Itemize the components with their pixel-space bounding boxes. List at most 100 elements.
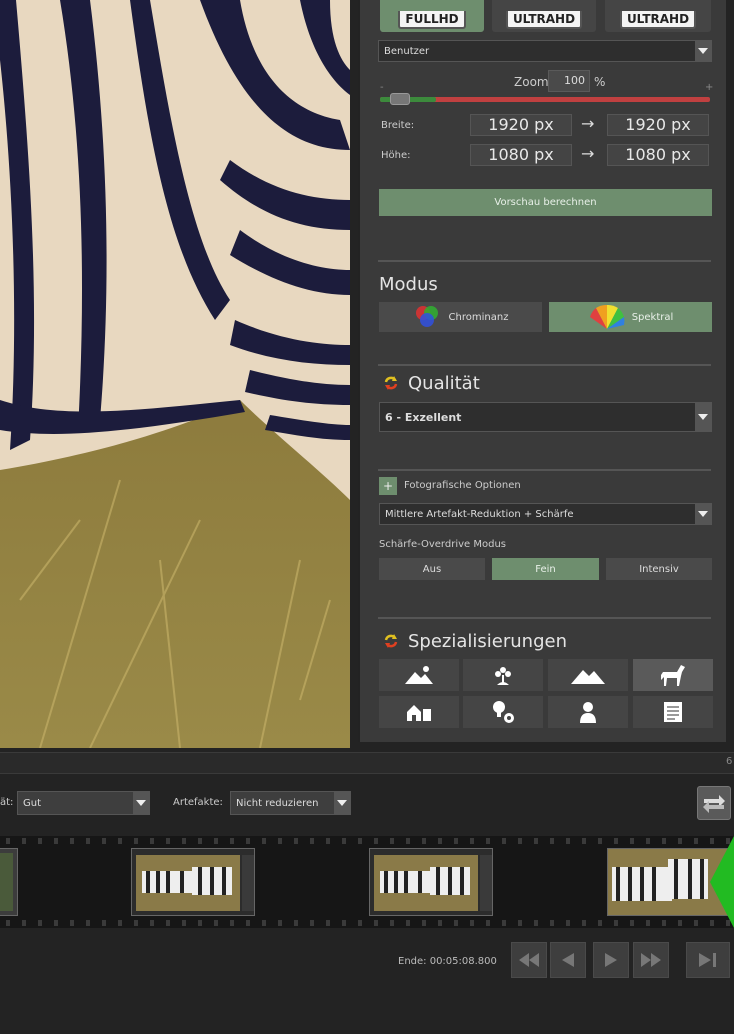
- filmstrip[interactable]: [0, 836, 734, 928]
- splitter-bar[interactable]: [0, 752, 734, 774]
- refresh-icon[interactable]: [382, 632, 400, 650]
- fullhd-label: FULLHD: [398, 11, 466, 29]
- zebra-thumbnail: [132, 849, 254, 915]
- buildings-icon: [407, 705, 431, 721]
- zoom-slider-handle[interactable]: [390, 93, 410, 105]
- zoom-label: Zoom: [514, 75, 549, 89]
- ultrahd-4k-label: ULTRAHD: [505, 11, 583, 29]
- chevron-down-icon: [695, 41, 711, 61]
- skip-end-icon: [699, 953, 716, 967]
- fast-forward-button[interactable]: [633, 942, 669, 978]
- horse-icon: [661, 665, 685, 686]
- 8k-preset-button[interactable]: ULTRAHD: [605, 0, 711, 32]
- export-quality-value: Gut: [23, 797, 42, 809]
- photo-options-heading: Fotografische Optionen: [404, 480, 521, 491]
- swap-button[interactable]: [697, 786, 731, 820]
- divider: [378, 364, 711, 366]
- spektral-mode-button[interactable]: Spektral: [549, 302, 712, 332]
- portrait-specialization-button[interactable]: [548, 696, 628, 728]
- expand-photo-options-button[interactable]: +: [379, 477, 397, 495]
- photo-options-value: Mittlere Artefakt-Reduktion + Schärfe: [385, 508, 574, 520]
- architecture-specialization-button[interactable]: [379, 696, 459, 728]
- zebra-photo: [0, 0, 350, 748]
- chevron-down-icon: [133, 792, 149, 814]
- preset-select[interactable]: Benutzer: [378, 40, 712, 62]
- step-back-icon: [562, 953, 574, 967]
- film-perforation: [0, 920, 734, 926]
- width-target-field[interactable]: 1920 px: [607, 114, 709, 136]
- arrow-right-icon: →: [581, 114, 595, 133]
- step-back-button[interactable]: [550, 942, 586, 978]
- rewind-button[interactable]: [511, 942, 547, 978]
- sharpness-intense-button[interactable]: Intensiv: [606, 558, 712, 580]
- rgb-circles-icon: [415, 306, 438, 327]
- height-source-field: 1080 px: [470, 144, 572, 166]
- artifacts-value: Nicht reduzieren: [236, 797, 319, 809]
- film-frame[interactable]: [131, 848, 255, 916]
- photo-options-select[interactable]: Mittlere Artefakt-Reduktion + Schärfe: [379, 503, 712, 525]
- landscape-specialization-button[interactable]: [379, 659, 459, 691]
- person-icon: [580, 702, 596, 723]
- preview-image: [0, 0, 350, 748]
- skip-to-end-button[interactable]: [686, 942, 730, 978]
- chrominanz-label: Chrominanz: [448, 311, 509, 323]
- mode-heading: Modus: [379, 274, 438, 295]
- end-time-label: Ende: 00:05:08.800: [398, 956, 497, 967]
- film-frame[interactable]: [0, 848, 18, 916]
- sharpness-off-button[interactable]: Aus: [379, 558, 485, 580]
- ultrahd-8k-label: ULTRAHD: [619, 11, 697, 29]
- divider: [378, 469, 711, 471]
- arrow-right-icon: →: [581, 144, 595, 163]
- landscape-icon: [405, 666, 433, 684]
- chevron-down-icon: [695, 504, 711, 524]
- spektral-label: Spektral: [631, 311, 674, 323]
- quality-select[interactable]: 6 - Exzellent: [379, 402, 712, 432]
- film-frame[interactable]: [369, 848, 493, 916]
- height-label: Höhe:: [381, 150, 411, 161]
- sharpness-fine-button[interactable]: Fein: [492, 558, 599, 580]
- chevron-down-icon: [334, 792, 350, 814]
- zoom-unit: %: [594, 75, 606, 89]
- quality-value: 6 - Exzellent: [385, 410, 462, 424]
- end-marker-icon[interactable]: [710, 836, 734, 928]
- swap-arrows-icon: [703, 795, 725, 813]
- refresh-icon[interactable]: [382, 374, 400, 392]
- technology-specialization-button[interactable]: [463, 696, 543, 728]
- specializations-heading: Spezialisierungen: [408, 631, 567, 652]
- mountain-specialization-button[interactable]: [548, 659, 628, 691]
- artifacts-select[interactable]: Nicht reduzieren: [230, 791, 351, 815]
- divider: [378, 260, 711, 262]
- width-source-field: 1920 px: [470, 114, 572, 136]
- export-quality-select[interactable]: Gut: [17, 791, 150, 815]
- zoom-min-label: -: [380, 82, 384, 93]
- quality-label: ät:: [0, 797, 14, 808]
- zoom-input[interactable]: 100: [548, 70, 590, 92]
- rewind-icon: [519, 953, 539, 967]
- preset-value: Benutzer: [384, 45, 430, 57]
- zoom-slider-track[interactable]: [380, 97, 710, 102]
- bulb-gear-icon: [493, 701, 514, 723]
- sharpness-heading: Schärfe-Overdrive Modus: [379, 539, 506, 550]
- divider: [378, 617, 711, 619]
- compute-preview-button[interactable]: Vorschau berechnen: [379, 189, 712, 216]
- spectrum-fan-icon: [589, 304, 625, 329]
- animal-specialization-button[interactable]: [633, 659, 713, 691]
- 4k-preset-button[interactable]: ULTRAHD: [492, 0, 596, 32]
- document-icon: [664, 702, 682, 722]
- flower-icon: [495, 667, 511, 685]
- mountain-icon: [571, 670, 605, 684]
- zoom-max-label: +: [705, 82, 714, 93]
- play-icon: [605, 953, 617, 967]
- chrominanz-mode-button[interactable]: Chrominanz: [379, 302, 542, 332]
- corner-number: 6: [726, 756, 733, 767]
- play-button[interactable]: [593, 942, 629, 978]
- fullhd-preset-button[interactable]: FULLHD: [380, 0, 484, 32]
- fast-forward-icon: [641, 953, 661, 967]
- film-perforation: [0, 838, 734, 844]
- chevron-down-icon: [695, 403, 711, 431]
- zebra-thumbnail: [370, 849, 492, 915]
- plant-specialization-button[interactable]: [463, 659, 543, 691]
- text-specialization-button[interactable]: [633, 696, 713, 728]
- artifacts-label: Artefakte:: [173, 797, 223, 808]
- height-target-field[interactable]: 1080 px: [607, 144, 709, 166]
